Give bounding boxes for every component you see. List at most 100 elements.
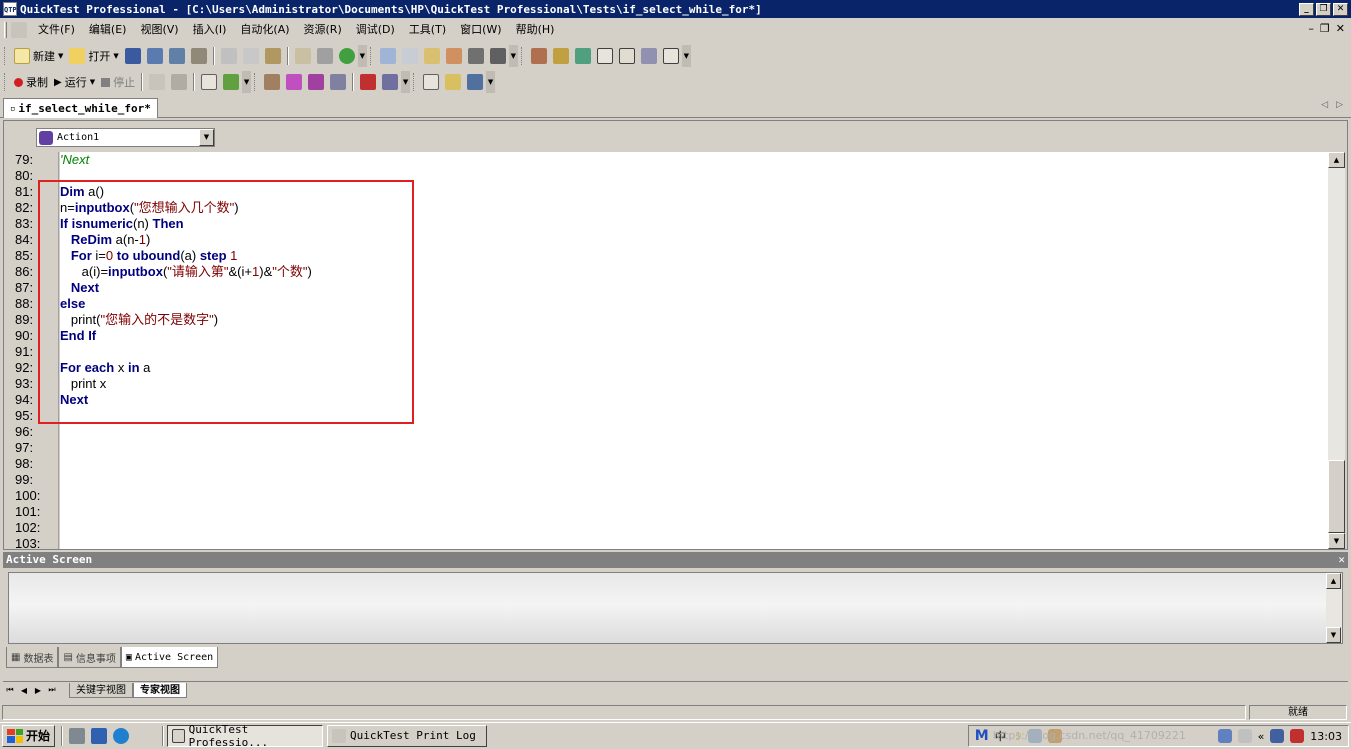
toolbar-chevron-6[interactable]: ▼ xyxy=(486,71,496,93)
resources-icon[interactable] xyxy=(552,48,569,64)
start-button[interactable]: 开始 xyxy=(2,724,56,747)
code-line[interactable]: else xyxy=(60,296,1328,312)
save-all-icon[interactable] xyxy=(146,48,163,64)
action-selector[interactable]: Action1 ▼ xyxy=(36,128,215,147)
ime-m-icon[interactable]: M xyxy=(975,728,989,744)
code-line[interactable]: End If xyxy=(60,328,1328,344)
close-button[interactable]: ✕ xyxy=(1333,2,1348,16)
code-line[interactable] xyxy=(60,472,1328,488)
menu-file[interactable]: 文件(F) xyxy=(31,20,82,40)
copy-icon[interactable] xyxy=(242,48,259,64)
menu-edit[interactable]: 编辑(E) xyxy=(82,20,134,40)
menu-view[interactable]: 视图(V) xyxy=(133,20,185,40)
insert-call-icon[interactable] xyxy=(308,74,325,90)
taskbar-button-print-log[interactable]: QuickTest Print Log xyxy=(327,724,488,747)
taskbar-button-qtp[interactable]: QuickTest Professio... xyxy=(167,723,324,749)
menu-window[interactable]: 窗口(W) xyxy=(453,20,508,40)
object-repository-icon[interactable] xyxy=(574,48,591,64)
mdi-minimize-button[interactable]: – xyxy=(1308,22,1314,35)
redo-icon[interactable] xyxy=(401,48,418,64)
split-action-icon[interactable] xyxy=(330,74,347,90)
expand-tray-icon[interactable]: « xyxy=(1258,730,1265,743)
code-line[interactable]: a(i)=inputbox("请输入第"&(i+1)&"个数") xyxy=(60,264,1328,280)
scroll-up-icon[interactable]: ▲ xyxy=(1328,152,1345,168)
code-line[interactable]: Next xyxy=(60,392,1328,408)
open-button[interactable]: 打开 ▼ xyxy=(66,46,121,66)
code-line[interactable] xyxy=(60,408,1328,424)
menu-help[interactable]: 帮助(H) xyxy=(509,20,562,40)
toolbar-chevron-5[interactable]: ▼ xyxy=(401,71,411,93)
tab-scroll-left-icon[interactable]: ◁ xyxy=(1321,100,1328,110)
code-line[interactable]: If isnumeric(n) Then xyxy=(60,216,1328,232)
code-line[interactable] xyxy=(60,488,1328,504)
cut-icon[interactable] xyxy=(220,48,237,64)
output-value-icon[interactable] xyxy=(223,74,240,90)
code-editor[interactable]: 'Next Dim a() n=inputbox("您想输入几个数") If isn… xyxy=(60,152,1328,549)
breakpoint-icon[interactable] xyxy=(445,74,462,90)
menu-debug[interactable]: 调试(D) xyxy=(349,20,402,40)
network-icon[interactable] xyxy=(1217,729,1232,743)
desktop-icon[interactable] xyxy=(91,727,108,744)
new-button[interactable]: 新建 ▼ xyxy=(11,46,66,66)
minimize-button[interactable]: _ xyxy=(1299,2,1314,16)
test-flow-icon[interactable] xyxy=(530,48,547,64)
mdi-close-button[interactable]: ✕ xyxy=(1336,22,1345,35)
toolbar-chevron[interactable]: ▼ xyxy=(357,45,367,67)
insert-step-icon[interactable] xyxy=(264,74,281,90)
scroll-down-icon[interactable]: ▼ xyxy=(1328,533,1345,549)
replace-icon[interactable] xyxy=(445,48,462,64)
stop-button[interactable]: 停止 xyxy=(98,72,138,92)
code-line[interactable] xyxy=(60,456,1328,472)
code-line[interactable] xyxy=(60,424,1328,440)
print-icon[interactable] xyxy=(190,48,207,64)
low-level-record-icon[interactable] xyxy=(149,74,166,90)
monitor-icon[interactable] xyxy=(1270,729,1285,743)
find-icon[interactable] xyxy=(423,48,440,64)
function-icon[interactable] xyxy=(286,74,303,90)
clear-breakpoints-icon[interactable] xyxy=(467,74,484,90)
last-icon[interactable]: ⏭ xyxy=(45,685,59,695)
toolbar-chevron-4[interactable]: ▼ xyxy=(242,71,252,93)
code-line[interactable]: 'Next xyxy=(60,152,1328,168)
as-scroll-down-icon[interactable]: ▼ xyxy=(1326,627,1341,643)
toolbar-chevron-3[interactable]: ▼ xyxy=(681,45,691,67)
code-line[interactable]: Next xyxy=(60,280,1328,296)
menu-tools[interactable]: 工具(T) xyxy=(402,20,453,40)
code-line[interactable] xyxy=(60,440,1328,456)
object-spy-icon[interactable] xyxy=(640,48,657,64)
vertical-scrollbar[interactable]: ▲ ▼ xyxy=(1328,152,1345,549)
debug-viewer-icon[interactable] xyxy=(423,74,440,90)
spelling-icon[interactable] xyxy=(489,48,506,64)
toolbar-chevron-2[interactable]: ▼ xyxy=(508,45,518,67)
show-desktop-icon[interactable] xyxy=(69,727,86,744)
code-line[interactable]: For each x in a xyxy=(60,360,1328,376)
edit-icon[interactable] xyxy=(294,48,311,64)
step-over-icon[interactable] xyxy=(382,74,399,90)
record-button[interactable]: 录制 xyxy=(11,72,51,92)
close-icon[interactable]: ✕ xyxy=(1338,552,1345,568)
save-icon[interactable] xyxy=(124,48,141,64)
code-line[interactable] xyxy=(60,168,1328,184)
run-button[interactable]: ▶ 运行 ▼ xyxy=(51,72,98,92)
code-line[interactable] xyxy=(60,344,1328,360)
as-scroll-up-icon[interactable]: ▲ xyxy=(1326,573,1341,589)
data-table-icon[interactable] xyxy=(596,48,613,64)
tab-expert-view[interactable]: 专家视图 xyxy=(133,682,187,698)
calculator-icon[interactable] xyxy=(316,48,333,64)
active-screen-icon[interactable] xyxy=(618,48,635,64)
check-syntax-icon[interactable] xyxy=(338,48,355,64)
tab-scroll-right-icon[interactable]: ▷ xyxy=(1336,100,1343,110)
code-line[interactable]: For i=0 to ubound(a) step 1 xyxy=(60,248,1328,264)
step-into-icon[interactable] xyxy=(360,74,377,90)
save-with-resources-icon[interactable] xyxy=(168,48,185,64)
checkpoint-icon[interactable] xyxy=(201,74,218,90)
code-line[interactable] xyxy=(60,504,1328,520)
restore-button[interactable]: ❐ xyxy=(1316,2,1331,16)
analog-record-icon[interactable] xyxy=(171,74,188,90)
security-icon[interactable] xyxy=(1290,729,1305,743)
mdi-restore-button[interactable]: ❐ xyxy=(1320,22,1330,35)
tab-information[interactable]: ▤ 信息事项 xyxy=(58,647,121,668)
binoculars-icon[interactable] xyxy=(467,48,484,64)
menu-insert[interactable]: 插入(I) xyxy=(186,20,234,40)
code-line[interactable] xyxy=(60,520,1328,536)
